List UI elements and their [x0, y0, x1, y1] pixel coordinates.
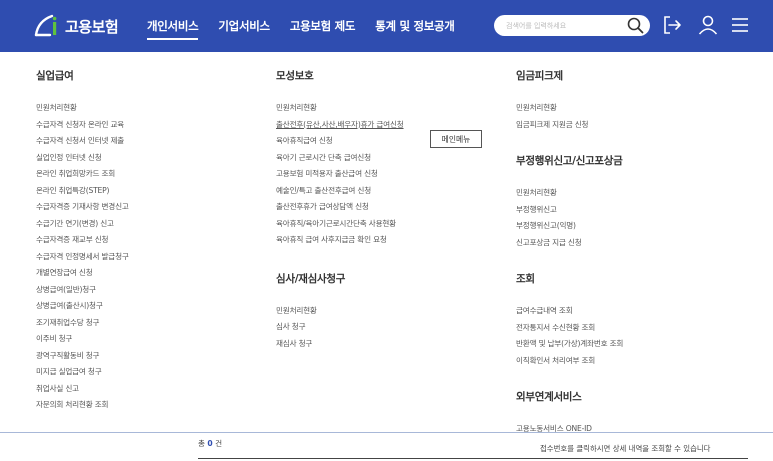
user-icon[interactable]	[697, 14, 719, 36]
section-title-appeal: 심사/재심사청구	[276, 272, 346, 285]
menu-item[interactable]: 고용노동서비스 ONE-ID	[516, 421, 623, 438]
menu-item[interactable]: 고용보험 미적용자 출산급여 신청	[276, 166, 404, 183]
menu-item[interactable]: 민원처리현황	[36, 100, 129, 117]
divider	[0, 432, 773, 433]
menu-column-1: 실업급여 민원처리현황 수급자격 신청자 온라인 교육 수급자격 신청서 인터넷…	[36, 68, 129, 414]
menu-icon[interactable]	[729, 14, 751, 36]
total-suffix: 건	[215, 439, 223, 448]
menu-item[interactable]: 신고포상금 지급 신청	[516, 235, 623, 252]
maternity-menu-list: 민원처리현황 출산전후(유산,사산,배우자)휴가 급여신청 육아휴직급여 신청 …	[276, 100, 404, 249]
section-title-unemployment: 실업급여	[36, 70, 74, 82]
inquiry-menu-list: 급여수급내역 조회 전자통지서 수신현황 조회 반환액 및 납부(가상)계좌번호…	[516, 303, 623, 369]
menu-item[interactable]: 민원처리현황	[516, 185, 623, 202]
logo-text: 고용보험	[65, 17, 119, 36]
menu-item[interactable]: 조기재취업수당 청구	[36, 315, 129, 332]
menu-item[interactable]: 전자통지서 수신현황 조회	[516, 320, 623, 337]
search-icon[interactable]	[627, 17, 644, 34]
total-count: 총 0 건	[198, 438, 222, 449]
menu-item[interactable]: 재심사 청구	[276, 336, 404, 353]
menu-item[interactable]: 부정행위신고	[516, 202, 623, 219]
menu-item[interactable]: 심사 청구	[276, 319, 404, 336]
menu-item[interactable]: 자문의회 처리현황 조회	[36, 397, 129, 414]
menu-item[interactable]: 급여수급내역 조회	[516, 303, 623, 320]
menu-item-label: 출산전후(유산,사산,배우자)휴가 급여신청	[276, 119, 404, 129]
external-menu-list: 고용노동서비스 ONE-ID	[516, 421, 623, 438]
menu-item[interactable]: 민원처리현황	[276, 303, 404, 320]
menu-item[interactable]: 육아휴직/육아기근로시간단축 사용현황	[276, 216, 404, 233]
menu-item-hovered[interactable]: 출산전후(유산,사산,배우자)휴가 급여신청	[276, 117, 404, 134]
wage-peak-menu-list: 민원처리현황 임금피크제 지원금 신청	[516, 100, 623, 133]
total-count-value: 0	[207, 439, 213, 448]
appeal-menu-list: 민원처리현황 심사 청구 재심사 청구	[276, 303, 404, 353]
menu-item[interactable]: 출산전후휴가 급여상담액 신청	[276, 199, 404, 216]
section-title-wage-peak: 임금피크제	[516, 70, 563, 82]
menu-item[interactable]: 수급자격 신청자 온라인 교육	[36, 117, 129, 134]
menu-item[interactable]: 개별연장급여 신청	[36, 265, 129, 282]
menu-item[interactable]: 수급자격 신청서 인터넷 제출	[36, 133, 129, 150]
unemployment-menu-list: 민원처리현황 수급자격 신청자 온라인 교육 수급자격 신청서 인터넷 제출 실…	[36, 100, 129, 414]
section-title-external: 외부연계서비스	[516, 391, 582, 403]
menu-item[interactable]: 수급자격증 기재사항 변경신고	[36, 199, 129, 216]
section-title-inquiry: 조회	[516, 273, 535, 285]
nav-insurance-system[interactable]: 고용보험 제도	[290, 15, 356, 37]
menu-item[interactable]: 이직확인서 처리여부 조회	[516, 353, 623, 370]
total-prefix: 총	[198, 439, 205, 448]
header-bar: 고용보험 개인서비스 기업서비스 고용보험 제도 통계 및 정보공개	[0, 0, 773, 52]
menu-item[interactable]: 이주비 청구	[36, 331, 129, 348]
menu-column-3: 임금피크제 민원처리현황 임금피크제 지원금 신청 부정행위신고/신고포상금 민…	[516, 68, 623, 438]
menu-item[interactable]: 육아기 근로시간 단축 급여신청	[276, 150, 404, 167]
nav-personal-services[interactable]: 개인서비스	[147, 15, 199, 40]
fraud-report-menu-list: 민원처리현황 부정행위신고 부정행위신고(익명) 신고포상금 지급 신청	[516, 185, 623, 251]
logo-icon	[32, 13, 62, 39]
menu-item[interactable]: 상병급여(일반)청구	[36, 282, 129, 299]
menu-item[interactable]: 온라인 취업희망카드 조회	[36, 166, 129, 183]
menu-item[interactable]: 육아휴직 급여 사후지급금 확인 요청	[276, 232, 404, 249]
menu-item[interactable]: 온라인 취업특강(STEP)	[36, 183, 129, 200]
menu-item[interactable]: 광역구직활동비 청구	[36, 348, 129, 365]
main-nav: 개인서비스 기업서비스 고용보험 제도 통계 및 정보공개	[147, 0, 475, 52]
menu-item[interactable]: 반환액 및 납부(가상)계좌번호 조회	[516, 336, 623, 353]
menu-item[interactable]: 수급자격증 재교부 신청	[36, 232, 129, 249]
menu-item[interactable]: 수급기간 연기(변경) 신고	[36, 216, 129, 233]
menu-item[interactable]: 상병급여(출산시)청구	[36, 298, 129, 315]
menu-item[interactable]: 민원처리현황	[516, 100, 623, 117]
menu-item[interactable]: 실업인정 인터넷 신청	[36, 150, 129, 167]
menu-item[interactable]: 육아휴직급여 신청	[276, 133, 404, 150]
nav-statistics[interactable]: 통계 및 정보공개	[375, 15, 455, 37]
login-icon[interactable]	[661, 14, 683, 36]
menu-column-2: 모성보호 민원처리현황 출산전후(유산,사산,배우자)휴가 급여신청 육아휴직급…	[276, 68, 404, 352]
menu-item[interactable]: 민원처리현황	[276, 100, 404, 117]
menu-item[interactable]: 임금피크제 지원금 신청	[516, 117, 623, 134]
menu-item[interactable]: 미지급 실업급여 청구	[36, 364, 129, 381]
logo[interactable]: 고용보험	[32, 13, 119, 39]
search-box	[494, 15, 650, 36]
menu-item[interactable]: 취업사실 신고	[36, 381, 129, 398]
menu-item[interactable]: 부정행위신고(익명)	[516, 218, 623, 235]
menu-item[interactable]: 수급자격 인정명세서 발급청구	[36, 249, 129, 266]
table-top-rule	[198, 458, 748, 459]
section-title-fraud-report: 부정행위신고/신고포상금	[516, 155, 623, 167]
menu-item[interactable]: 예술인/특고 출산전후급여 신청	[276, 183, 404, 200]
main-menu-tooltip: 메인메뉴	[430, 130, 482, 148]
search-input[interactable]	[506, 21, 626, 30]
section-title-maternity: 모성보호	[276, 70, 314, 82]
table-notice: 접수번호를 클릭하시면 상세 내역을 조회할 수 있습니다	[540, 444, 711, 453]
nav-business-services[interactable]: 기업서비스	[218, 15, 270, 37]
